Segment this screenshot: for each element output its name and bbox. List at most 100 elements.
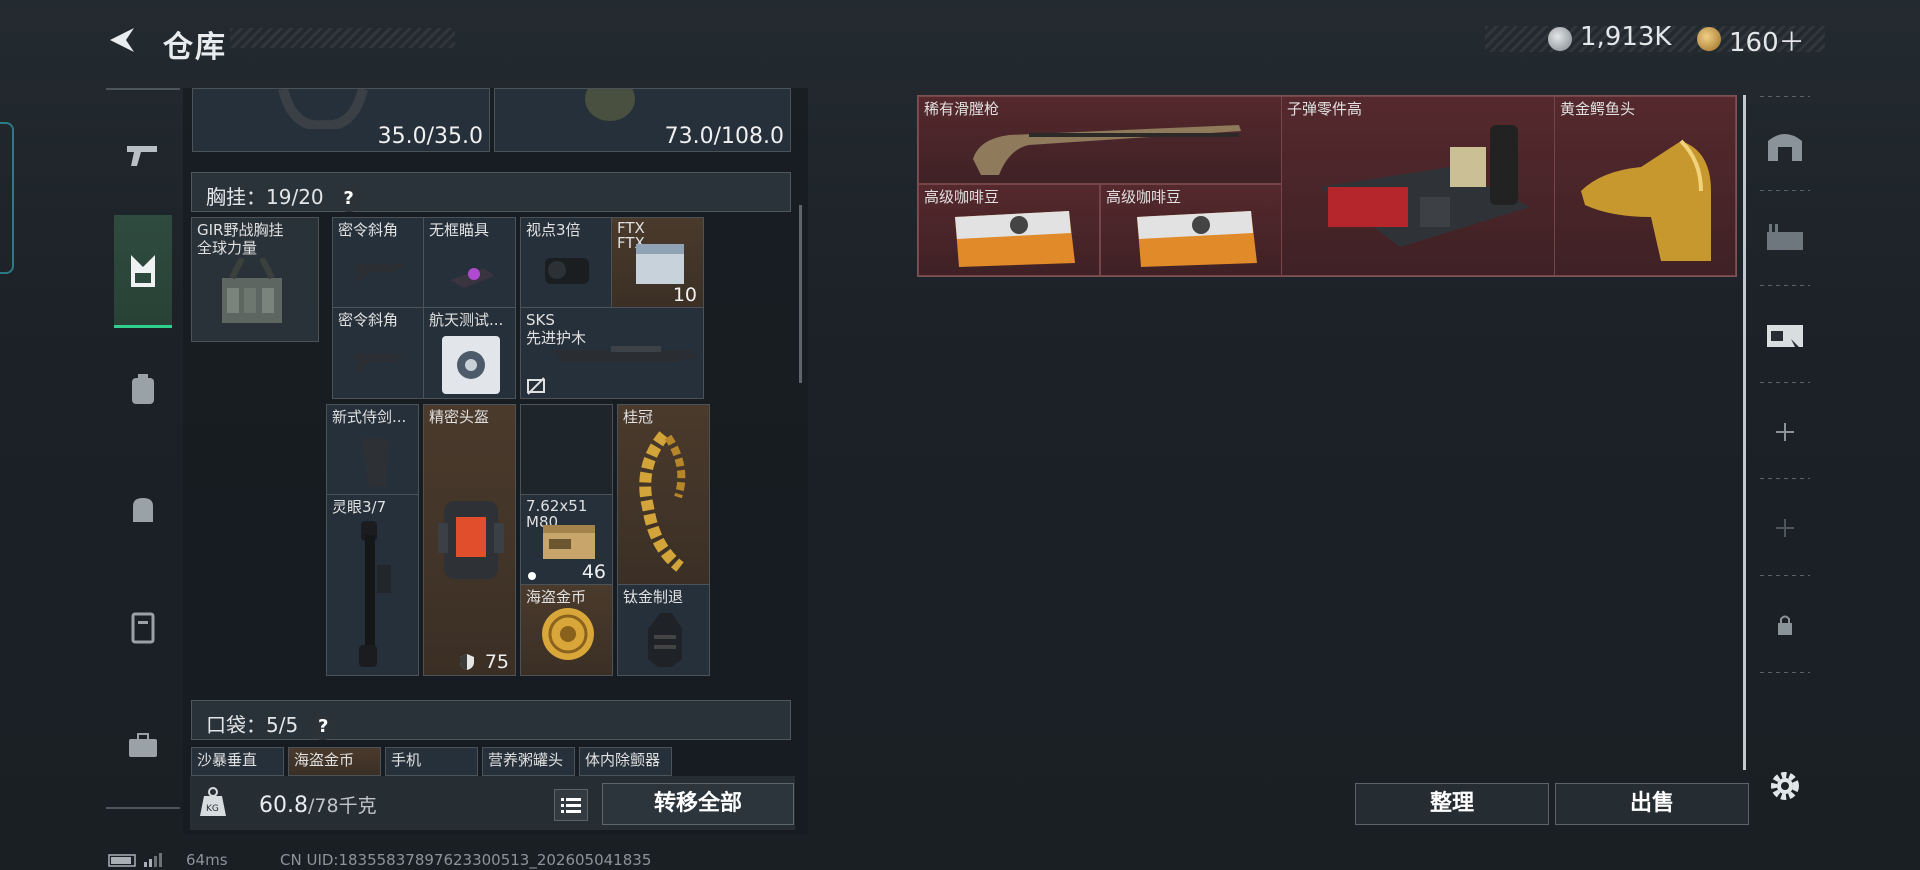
- armor-image: [278, 89, 368, 129]
- storage-select-icon: [1767, 325, 1803, 347]
- rail-weapon-tab[interactable]: [112, 124, 174, 186]
- item-angled-grip-1[interactable]: 密令斜角: [332, 217, 425, 309]
- transfer-all-button[interactable]: 转移全部: [602, 783, 794, 825]
- stash-tab-3[interactable]: [1755, 305, 1815, 365]
- page-title: 仓库: [163, 30, 227, 65]
- long-scope-image: [359, 521, 391, 667]
- item-precision-helmet[interactable]: 精密头盔 75: [423, 404, 516, 676]
- pocket-item[interactable]: 体内除颤器: [579, 747, 672, 776]
- gold-coin-icon: [1697, 27, 1721, 51]
- pocket-item[interactable]: 沙暴垂直: [191, 747, 284, 776]
- chest-rig-item-label: GIR野战胸挂 全球力量: [197, 221, 284, 257]
- chest-rig-help-icon[interactable]: ?: [335, 186, 362, 212]
- rail-pouch-tab[interactable]: [112, 478, 174, 540]
- sell-button[interactable]: 出售: [1555, 783, 1749, 825]
- add-stash-button[interactable]: [1755, 402, 1815, 462]
- back-button[interactable]: [104, 22, 140, 58]
- stash-item-coffee-beans-2[interactable]: 高级咖啡豆: [1100, 184, 1282, 276]
- pockets-help-icon[interactable]: ?: [310, 714, 337, 740]
- weight-readout: 60.8/78千克: [259, 791, 377, 818]
- test-device-image: [442, 336, 500, 394]
- left-scrollbar[interactable]: [799, 205, 802, 383]
- list-view-button[interactable]: [554, 789, 588, 821]
- item-laurel-crown[interactable]: 桂冠: [617, 404, 710, 586]
- rail-backpack-tab[interactable]: [112, 358, 174, 420]
- chest-rig-item[interactable]: GIR野战胸挂 全球力量: [191, 217, 319, 342]
- item-label: 黄金鳄鱼头: [1560, 100, 1636, 118]
- rail-divider: [106, 88, 180, 90]
- item-3x-scope[interactable]: 视点3倍: [520, 217, 613, 309]
- battery-icon: [108, 852, 168, 868]
- chest-rig-count: 19/20: [266, 185, 324, 209]
- locked-stash-slot[interactable]: [1755, 595, 1815, 655]
- gold-coin-image: [542, 608, 594, 660]
- item-angled-grip-2[interactable]: 密令斜角: [332, 307, 425, 399]
- empty-slot[interactable]: [520, 404, 613, 496]
- item-sks-handguard[interactable]: SKS 先进护木: [520, 307, 704, 399]
- ping-readout: 64ms: [186, 851, 228, 869]
- pocket-item[interactable]: 海盗金币: [288, 747, 381, 776]
- pocket-item[interactable]: 手机: [385, 747, 478, 776]
- muzzle-brake-image: [648, 613, 682, 667]
- item-label: 高级咖啡豆: [924, 188, 1000, 206]
- pistol-icon: [127, 146, 157, 166]
- settings-button[interactable]: [1755, 756, 1815, 816]
- stash-scrollbar[interactable]: [1743, 95, 1746, 770]
- stash-item-rare-musket[interactable]: 稀有滑膛枪: [918, 96, 1282, 184]
- item-count: 10: [672, 284, 697, 306]
- item-label: 沙暴垂直: [197, 751, 258, 769]
- item-label: 海盗金币: [526, 588, 587, 606]
- item-count: 46: [581, 561, 606, 583]
- item-ftx-box[interactable]: FTX FTX 10: [611, 217, 704, 309]
- armor-shield-icon: [460, 654, 474, 670]
- item-label: 密令斜角: [338, 311, 399, 329]
- chest-rig-image: [222, 258, 282, 323]
- gold-currency[interactable]: 160＋: [1729, 22, 1805, 59]
- briefcase-icon: [129, 733, 157, 757]
- handguard-image: [555, 346, 697, 362]
- stash-item-gold-croc-head[interactable]: 黄金鳄鱼头: [1554, 96, 1736, 276]
- item-new-sword-grip[interactable]: 新式侍剑...: [326, 404, 419, 496]
- plus-icon: [1776, 519, 1794, 537]
- rail-divider: [1760, 478, 1810, 479]
- ammo-parts-image: [1320, 125, 1530, 247]
- weight-value: 60.8: [259, 793, 308, 818]
- item-titanium-brake[interactable]: 钛金制退: [617, 584, 710, 676]
- coffee-bag-image: [1137, 211, 1257, 267]
- angled-grip-image: [353, 264, 405, 284]
- item-pirate-gold-coin[interactable]: 海盗金币: [520, 584, 613, 676]
- item-label: 体内除颤器: [585, 751, 661, 769]
- stash-item-coffee-beans-1[interactable]: 高级咖啡豆: [918, 184, 1100, 276]
- item-label: 新式侍剑...: [332, 408, 407, 426]
- backpack-capacity: 73.0/108.0: [664, 124, 784, 149]
- silver-coin-icon: [1548, 27, 1572, 51]
- side-drawer-handle[interactable]: [0, 122, 14, 274]
- ammo-box-image: [636, 244, 684, 284]
- svg-text:KG: KG: [206, 804, 219, 814]
- item-frameless-sight[interactable]: 无框瞄具: [423, 217, 516, 309]
- rail-divider: [1760, 575, 1810, 576]
- equipment-slot-armor[interactable]: 35.0/35.0: [192, 88, 490, 152]
- organize-button[interactable]: 整理: [1355, 783, 1549, 825]
- ammo-crate-image: [543, 525, 595, 559]
- rail-divider: [106, 807, 180, 809]
- stash-tab-1[interactable]: [1755, 115, 1815, 175]
- rail-container-tab[interactable]: [112, 596, 174, 658]
- no-repair-icon: [527, 377, 545, 395]
- pocket-item[interactable]: 营养粥罐头: [482, 747, 575, 776]
- helmet-image: [438, 501, 504, 579]
- chest-rig-header: 胸挂：19/20?: [191, 172, 791, 212]
- item-762-ammo[interactable]: 7.62x51 M80 46: [520, 494, 613, 586]
- rail-divider: [1760, 285, 1810, 286]
- item-spirit-eye-scope[interactable]: 灵眼3/7: [326, 494, 419, 676]
- stash-item-ammo-parts[interactable]: 子弹零件高: [1281, 96, 1555, 276]
- equipment-slot-backpack[interactable]: 73.0/108.0: [494, 88, 791, 152]
- rail-chest-rig-tab[interactable]: [112, 240, 174, 302]
- rail-case-tab[interactable]: [112, 714, 174, 776]
- item-aerospace-test[interactable]: 航天测试...: [423, 307, 516, 399]
- plus-icon: [1776, 423, 1794, 441]
- item-label: 手机: [391, 751, 422, 769]
- weight-max: /78千克: [307, 795, 377, 817]
- add-stash-button-disabled[interactable]: [1755, 498, 1815, 558]
- stash-tab-2[interactable]: [1755, 208, 1815, 268]
